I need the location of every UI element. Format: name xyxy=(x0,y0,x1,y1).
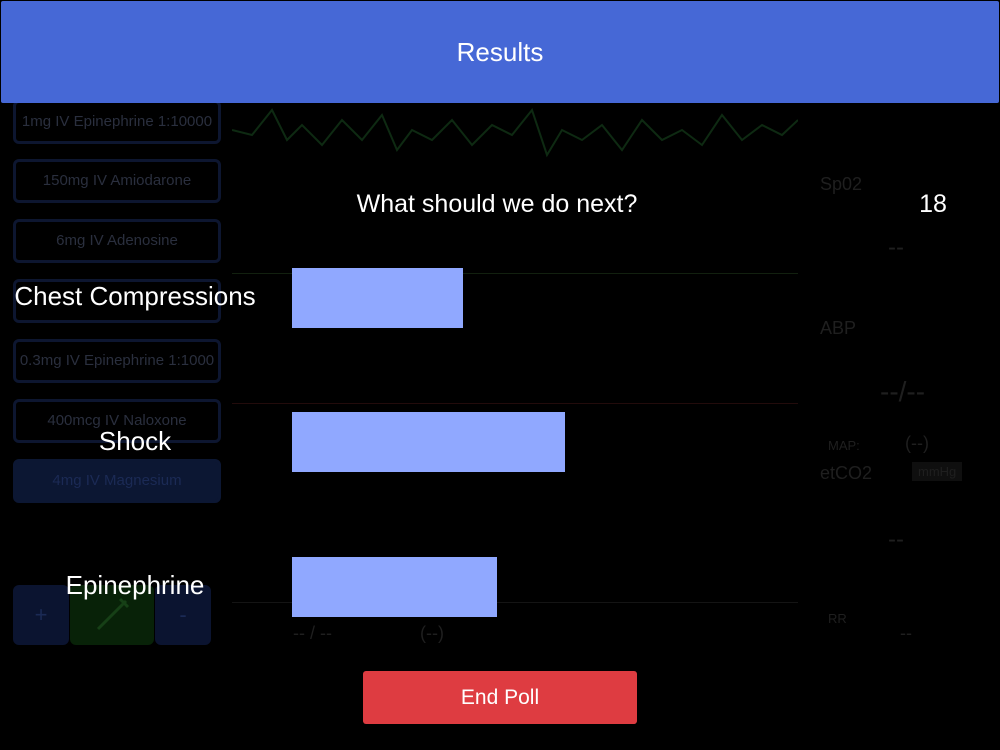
divider-line xyxy=(232,403,798,404)
background-monitor: 1mg IV Epinephrine 1:10000 150mg IV Amio… xyxy=(0,0,1000,750)
spo2-value: -- xyxy=(888,234,904,261)
syringe-icon xyxy=(96,597,130,631)
rr-value: -- xyxy=(900,623,912,643)
drug-button-epinephrine-10000[interactable]: 1mg IV Epinephrine 1:10000 xyxy=(13,100,221,144)
poll-question: What should we do next? xyxy=(356,190,638,218)
ecg-waveform xyxy=(232,107,798,158)
bp-readout: -- / -- xyxy=(293,623,332,643)
abp-label: ABP xyxy=(820,318,857,338)
response-count: 18 xyxy=(919,190,947,218)
unit-badge: mmHg xyxy=(912,462,963,481)
abp-value: --/-- xyxy=(880,376,926,407)
etco2-label: etCO2 xyxy=(820,463,873,483)
option-label-chest-compressions: Chest Compressions xyxy=(14,281,256,311)
option-label-shock: Shock xyxy=(98,426,172,456)
drug-button-epinephrine-1000[interactable]: 0.3mg IV Epinephrine 1:1000 xyxy=(13,339,221,383)
map-value: (--) xyxy=(905,433,929,453)
result-bar xyxy=(292,412,565,472)
spo2-label: Sp02 xyxy=(820,174,863,194)
drug-button-amiodarone[interactable]: 150mg IV Amiodarone xyxy=(13,159,221,203)
result-bar xyxy=(292,268,463,328)
drug-button-adenosine[interactable]: 6mg IV Adenosine xyxy=(13,219,221,263)
results-title: Results xyxy=(456,36,544,67)
rr-label: RR xyxy=(828,611,847,626)
result-bar xyxy=(292,557,497,617)
option-label-epinephrine: Epinephrine xyxy=(65,570,205,600)
bp-readout-paren: (--) xyxy=(420,623,444,643)
etco2-value: -- xyxy=(888,526,904,553)
results-header: Results xyxy=(1,1,999,103)
end-poll-button[interactable]: End Poll xyxy=(363,671,637,724)
drug-button-magnesium[interactable]: 4mg IV Magnesium xyxy=(13,459,221,503)
map-label: MAP: xyxy=(828,438,860,453)
